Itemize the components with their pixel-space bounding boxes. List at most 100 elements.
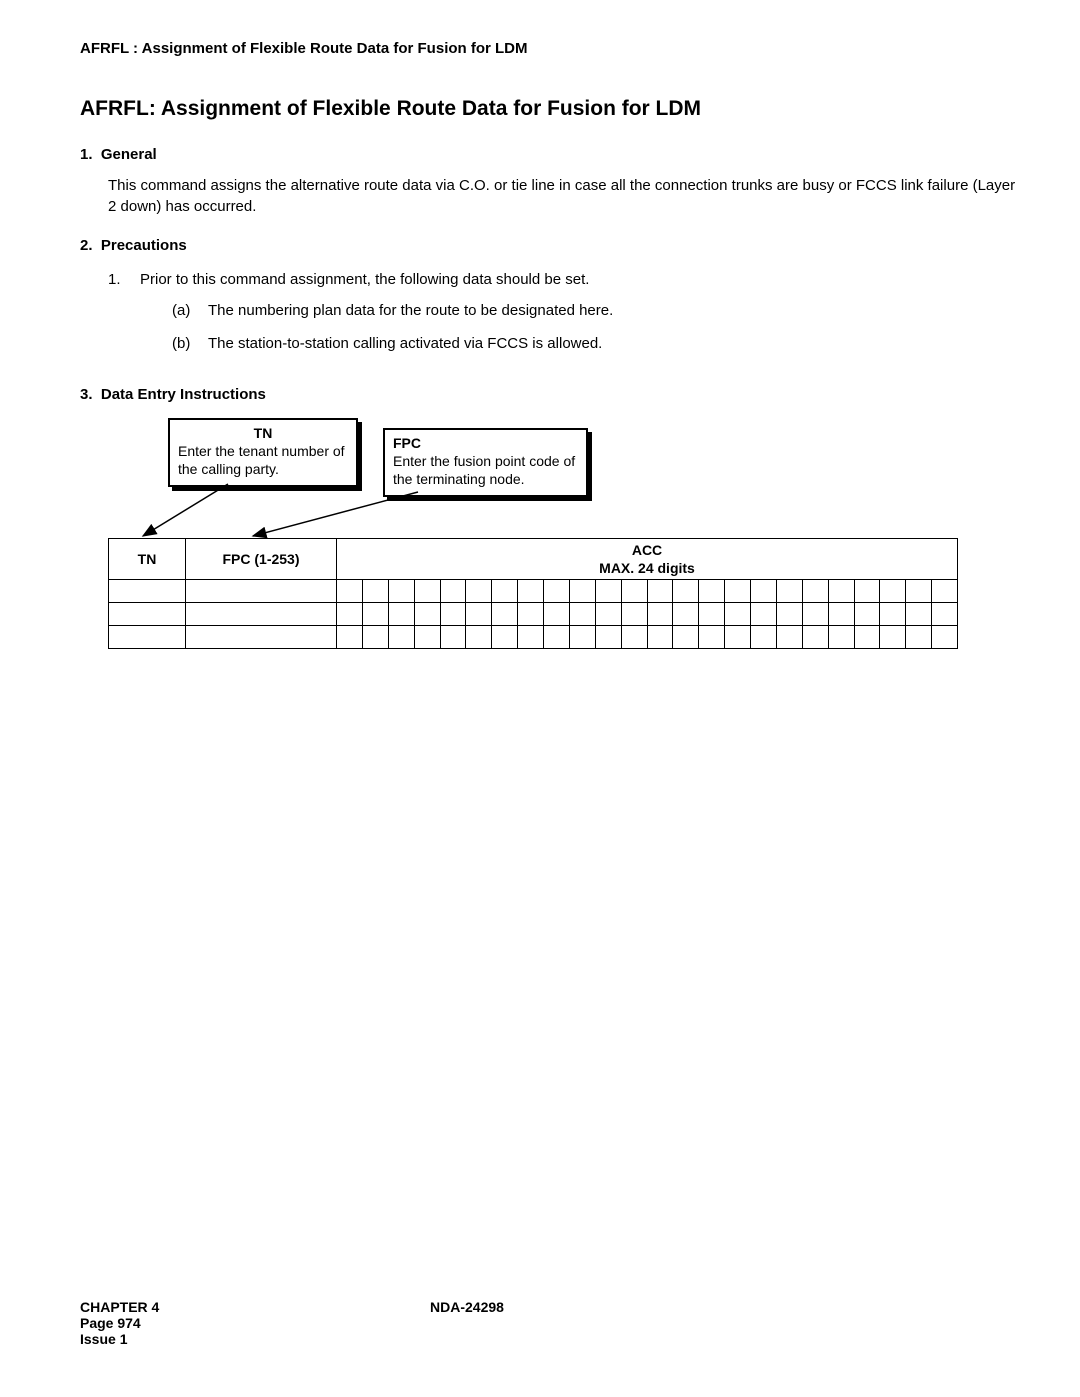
section-heading: 1. General: [80, 146, 1020, 163]
cell-acc: [802, 603, 828, 626]
item-number: 1.: [108, 269, 140, 366]
cell-acc: [828, 626, 854, 649]
cell-acc: [932, 603, 958, 626]
callout-fpc: FPC Enter the fusion point code of the t…: [383, 428, 588, 497]
cell-acc: [337, 603, 363, 626]
cell-acc: [802, 580, 828, 603]
section-num: 3.: [80, 386, 93, 403]
th-acc: ACC: [337, 539, 958, 560]
cell-acc: [699, 580, 725, 603]
cell-acc: [776, 580, 802, 603]
cell-acc: [466, 580, 492, 603]
diagram: TN Enter the tenant number of the callin…: [108, 418, 1020, 649]
cell-acc: [828, 580, 854, 603]
cell-acc: [337, 580, 363, 603]
cell-acc: [544, 626, 570, 649]
cell-acc: [414, 603, 440, 626]
cell-acc: [388, 626, 414, 649]
item-alpha: (b): [172, 333, 208, 354]
cell-acc: [673, 580, 699, 603]
section-label: Precautions: [101, 237, 187, 254]
cell-acc: [388, 580, 414, 603]
footer-page: Page 974: [80, 1315, 1020, 1331]
cell-acc: [414, 580, 440, 603]
cell-acc: [776, 626, 802, 649]
cell-acc: [337, 626, 363, 649]
page-title: AFRFL: Assignment of Flexible Route Data…: [80, 97, 1020, 121]
item-text: The station-to-station calling activated…: [208, 333, 602, 354]
cell-acc: [595, 580, 621, 603]
cell-acc: [647, 580, 673, 603]
cell-acc: [647, 626, 673, 649]
page-footer: CHAPTER 4 NDA-24298 Page 974 Issue 1: [80, 1299, 1020, 1347]
section-heading: 2. Precautions: [80, 237, 1020, 254]
cell-acc: [621, 626, 647, 649]
cell-acc: [440, 580, 466, 603]
cell-acc: [595, 603, 621, 626]
footer-doc: NDA-24298: [430, 1299, 504, 1315]
cell-acc: [569, 603, 595, 626]
section-num: 2.: [80, 237, 93, 254]
arrow-line: [143, 484, 228, 536]
cell-acc: [880, 626, 906, 649]
footer-issue: Issue 1: [80, 1331, 1020, 1347]
cell-acc: [880, 603, 906, 626]
cell-acc: [751, 580, 777, 603]
cell-acc: [492, 626, 518, 649]
callout-title: FPC: [393, 434, 578, 452]
cell-acc: [621, 603, 647, 626]
section-body: This command assigns the alternative rou…: [108, 175, 1020, 217]
list-item: (a) The numbering plan data for the rout…: [172, 300, 613, 321]
cell-acc: [621, 580, 647, 603]
cell-acc: [466, 603, 492, 626]
table-row: [109, 580, 958, 603]
list-item: 1. Prior to this command assignment, the…: [108, 269, 1020, 366]
arrow-line: [253, 492, 418, 536]
cell-acc: [595, 626, 621, 649]
cell-acc: [518, 603, 544, 626]
cell-acc: [906, 603, 932, 626]
cell-acc: [828, 603, 854, 626]
cell-acc: [362, 603, 388, 626]
cell-fpc: [186, 626, 337, 649]
th-tn: TN: [109, 539, 186, 580]
cell-acc: [854, 580, 880, 603]
cell-acc: [492, 580, 518, 603]
cell-acc: [569, 626, 595, 649]
cell-fpc: [186, 603, 337, 626]
data-entry-table: TNFPC (1-253)ACCMAX. 24 digits: [108, 538, 958, 649]
cell-fpc: [186, 580, 337, 603]
cell-acc: [388, 603, 414, 626]
section-general: 1. General This command assigns the alte…: [80, 146, 1020, 217]
cell-acc: [906, 626, 932, 649]
callout-title: TN: [178, 424, 348, 442]
cell-acc: [854, 626, 880, 649]
cell-acc: [854, 603, 880, 626]
cell-acc: [725, 603, 751, 626]
table-row: [109, 603, 958, 626]
th-acc-sub: MAX. 24 digits: [337, 559, 958, 580]
cell-tn: [109, 626, 186, 649]
item-text: Prior to this command assignment, the fo…: [140, 271, 589, 288]
cell-acc: [802, 626, 828, 649]
footer-chapter: CHAPTER 4: [80, 1299, 430, 1315]
cell-acc: [699, 626, 725, 649]
cell-acc: [440, 603, 466, 626]
cell-acc: [414, 626, 440, 649]
cell-acc: [932, 626, 958, 649]
cell-acc: [725, 626, 751, 649]
cell-acc: [466, 626, 492, 649]
cell-acc: [751, 603, 777, 626]
cell-acc: [492, 603, 518, 626]
cell-acc: [518, 626, 544, 649]
cell-acc: [751, 626, 777, 649]
cell-acc: [906, 580, 932, 603]
cell-acc: [569, 580, 595, 603]
section-num: 1.: [80, 146, 93, 163]
item-text: The numbering plan data for the route to…: [208, 300, 613, 321]
cell-acc: [544, 603, 570, 626]
section-precautions: 2. Precautions 1. Prior to this command …: [80, 237, 1020, 366]
page-header: AFRFL : Assignment of Flexible Route Dat…: [80, 40, 1020, 57]
list-item: (b) The station-to-station calling activ…: [172, 333, 613, 354]
cell-tn: [109, 580, 186, 603]
